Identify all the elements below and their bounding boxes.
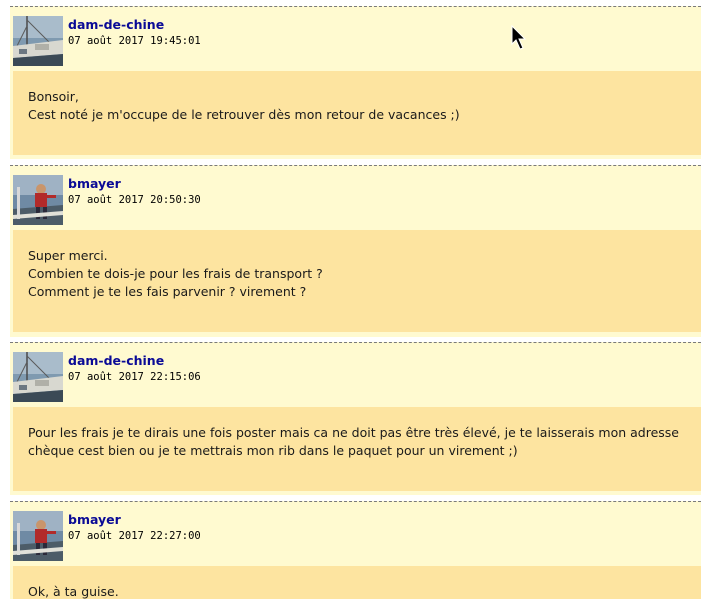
boat-avatar[interactable] [13,16,63,66]
post-text-line: Bonsoir, [28,89,79,104]
post-body: Ok, à ta guise. [13,566,701,599]
post-author[interactable]: bmayer [68,176,121,191]
boat-avatar-image [13,352,63,402]
forum-thread: dam-de-chine 07 août 2017 19:45:01 Bonso… [0,0,701,599]
post-text-line: Comment je te les fais parvenir ? vireme… [28,284,307,299]
person-avatar-image [13,511,63,561]
post-header: dam-de-chine 07 août 2017 22:15:06 [10,343,701,407]
post-author[interactable]: bmayer [68,512,121,527]
post-text-line: Cest noté je m'occupe de le retrouver dè… [28,107,460,122]
post-date: 07 août 2017 20:50:30 [68,194,201,206]
post-text-line: Super merci. [28,248,108,263]
post-body: Pour les frais je te dirais une fois pos… [13,407,701,491]
forum-post: dam-de-chine 07 août 2017 19:45:01 Bonso… [10,6,701,159]
person-avatar-image [13,175,63,225]
post-text-line: Combien te dois-je pour les frais de tra… [28,266,323,281]
forum-post: dam-de-chine 07 août 2017 22:15:06 Pour … [10,342,701,495]
post-header: bmayer 07 août 2017 22:27:00 [10,502,701,566]
forum-post: bmayer 07 août 2017 22:27:00 Ok, à ta gu… [10,501,701,599]
post-body: Super merci. Combien te dois-je pour les… [13,230,701,332]
post-header: bmayer 07 août 2017 20:50:30 [10,166,701,230]
post-body: Bonsoir, Cest noté je m'occupe de le ret… [13,71,701,155]
post-text-line: chèque cest bien ou je te mettrais mon r… [28,443,518,458]
post-date: 07 août 2017 19:45:01 [68,35,201,47]
person-avatar[interactable] [13,175,63,225]
post-text-line: Ok, à ta guise. [28,584,119,599]
post-date: 07 août 2017 22:15:06 [68,371,201,383]
post-date: 07 août 2017 22:27:00 [68,530,201,542]
person-avatar[interactable] [13,511,63,561]
boat-avatar[interactable] [13,352,63,402]
post-author[interactable]: dam-de-chine [68,353,164,368]
post-author[interactable]: dam-de-chine [68,17,164,32]
post-header: dam-de-chine 07 août 2017 19:45:01 [10,7,701,71]
boat-avatar-image [13,16,63,66]
forum-post: bmayer 07 août 2017 20:50:30 Super merci… [10,165,701,337]
post-text-line: Pour les frais je te dirais une fois pos… [28,425,679,440]
